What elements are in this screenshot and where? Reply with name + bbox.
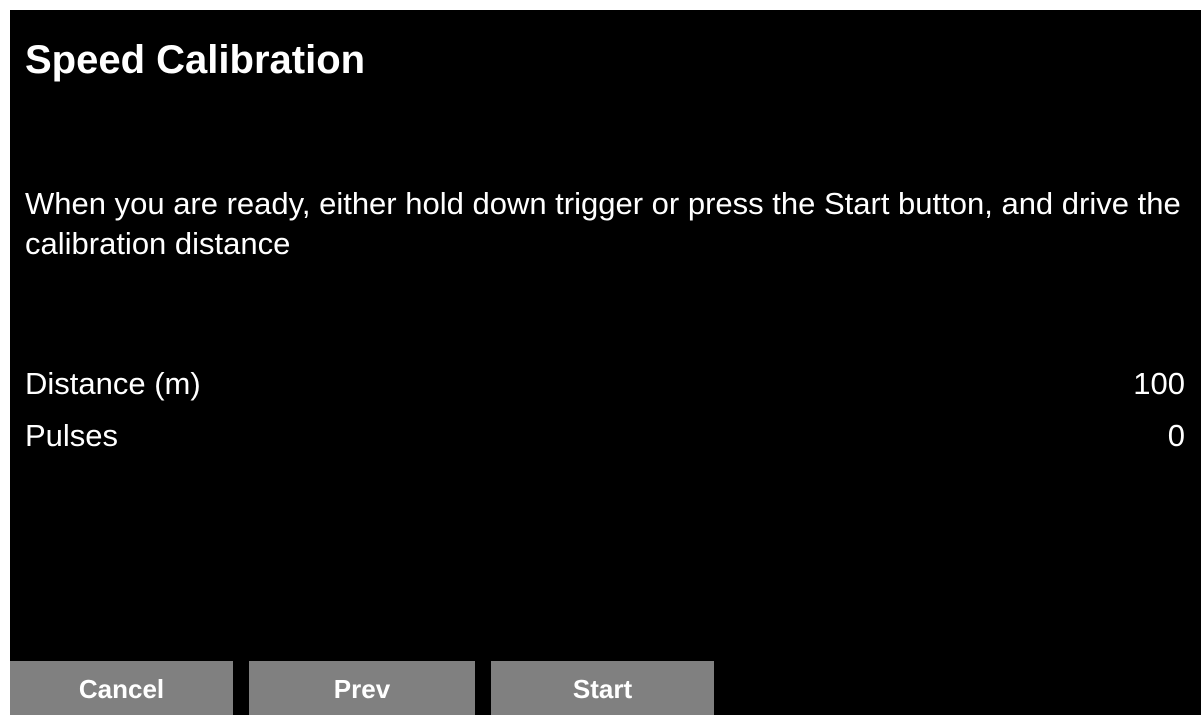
page-title: Speed Calibration [25, 38, 366, 82]
start-button[interactable]: Start [491, 661, 714, 715]
pulses-value: 0 [1167, 418, 1185, 453]
distance-label: Distance (m) [25, 366, 201, 401]
prev-button[interactable]: Prev [249, 661, 475, 715]
distance-reading-row: Distance (m) 100 [25, 364, 1185, 404]
cancel-button[interactable]: Cancel [10, 661, 233, 715]
pulses-reading-row: Pulses 0 [25, 416, 1185, 456]
instruction-text: When you are ready, either hold down tri… [25, 186, 1181, 261]
distance-value: 100 [1133, 366, 1185, 401]
pulses-label: Pulses [25, 418, 119, 453]
calibration-screen: Speed Calibration When you are ready, ei… [10, 10, 1201, 715]
